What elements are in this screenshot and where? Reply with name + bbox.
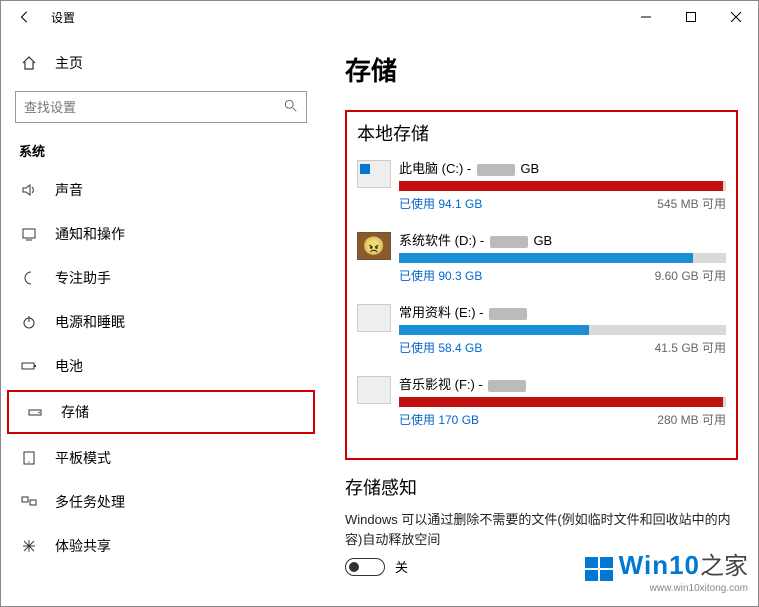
free-label: 280 MB 可用	[657, 411, 726, 428]
drive-title: 常用资料 (E:) -	[399, 302, 726, 321]
sidebar-item-label: 平板模式	[55, 448, 111, 468]
section-heading: 系统	[1, 141, 321, 168]
drive-icon	[357, 304, 391, 332]
window-title: 设置	[51, 9, 75, 26]
usage-bar	[399, 325, 726, 335]
free-label: 545 MB 可用	[657, 195, 726, 212]
search-input[interactable]	[24, 100, 284, 115]
sidebar-item-label: 多任务处理	[55, 492, 125, 512]
sidebar-item-sound[interactable]: 声音	[1, 168, 321, 212]
sound-icon	[19, 182, 39, 198]
sidebar-item-battery[interactable]: 电池	[1, 344, 321, 388]
local-storage-heading: 本地存储	[357, 120, 726, 146]
used-label: 已使用 58.4 GB	[399, 339, 482, 356]
main-panel: 存储 本地存储 此电脑 (C:) - GB 已使用 94.1 GB 545 MB 可…	[321, 33, 758, 606]
minimize-button[interactable]	[623, 1, 668, 33]
free-label: 9.60 GB 可用	[655, 267, 726, 284]
sidebar-item-notify[interactable]: 通知和操作	[1, 212, 321, 256]
back-button[interactable]	[9, 1, 41, 33]
sidebar-home[interactable]: 主页	[1, 45, 321, 81]
drive-icon	[357, 160, 391, 188]
sidebar-item-tablet[interactable]: 平板模式	[1, 436, 321, 480]
toggle-label: 关	[395, 557, 408, 576]
sidebar-item-label: 电源和睡眠	[55, 312, 125, 332]
sidebar-item-label: 存储	[61, 402, 89, 422]
usage-bar	[399, 397, 726, 407]
sidebar-item-label: 声音	[55, 180, 83, 200]
used-label: 已使用 94.1 GB	[399, 195, 482, 212]
sidebar-item-storage[interactable]: 存储	[7, 390, 315, 434]
drive-row[interactable]: 系统软件 (D:) - GB 已使用 90.3 GB 9.60 GB 可用	[357, 230, 726, 284]
drive-row[interactable]: 音乐影视 (F:) - 已使用 170 GB 280 MB 可用	[357, 374, 726, 428]
close-button[interactable]	[713, 1, 758, 33]
drive-row[interactable]: 此电脑 (C:) - GB 已使用 94.1 GB 545 MB 可用	[357, 158, 726, 212]
free-label: 41.5 GB 可用	[655, 339, 726, 356]
moon-icon	[19, 270, 39, 286]
sidebar-item-power[interactable]: 电源和睡眠	[1, 300, 321, 344]
sidebar-item-moon[interactable]: 专注助手	[1, 256, 321, 300]
watermark: Win10之家 www.win10xitong.com	[585, 546, 748, 594]
drive-row[interactable]: 常用资料 (E:) - 已使用 58.4 GB 41.5 GB 可用	[357, 302, 726, 356]
local-storage-section: 本地存储 此电脑 (C:) - GB 已使用 94.1 GB 545 MB 可用系统…	[345, 110, 738, 460]
tablet-icon	[19, 450, 39, 466]
sidebar-item-share[interactable]: 体验共享	[1, 524, 321, 568]
drive-title: 此电脑 (C:) - GB	[399, 158, 726, 177]
home-icon	[19, 55, 39, 71]
storage-sense-desc: Windows 可以通过删除不需要的文件(例如临时文件和回收站中的内容)自动释放…	[345, 510, 738, 549]
storage-icon	[25, 404, 45, 420]
sidebar-item-label: 专注助手	[55, 268, 111, 288]
notify-icon	[19, 226, 39, 242]
used-label: 已使用 90.3 GB	[399, 267, 482, 284]
share-icon	[19, 538, 39, 554]
search-input-wrap[interactable]	[15, 91, 307, 123]
sidebar-item-label: 电池	[55, 356, 83, 376]
drive-icon	[357, 376, 391, 404]
sidebar: 主页 系统 声音通知和操作专注助手电源和睡眠电池存储平板模式多任务处理体验共享	[1, 33, 321, 606]
home-label: 主页	[55, 53, 83, 73]
power-icon	[19, 314, 39, 330]
usage-bar	[399, 181, 726, 191]
battery-icon	[19, 358, 39, 374]
drive-title: 系统软件 (D:) - GB	[399, 230, 726, 249]
search-icon	[284, 99, 298, 116]
page-title: 存储	[345, 51, 738, 88]
sidebar-item-label: 体验共享	[55, 536, 111, 556]
drive-icon	[357, 232, 391, 260]
used-label: 已使用 170 GB	[399, 411, 479, 428]
sidebar-item-multitask[interactable]: 多任务处理	[1, 480, 321, 524]
storage-sense-toggle[interactable]	[345, 558, 385, 576]
drive-title: 音乐影视 (F:) -	[399, 374, 726, 393]
multitask-icon	[19, 494, 39, 510]
winlogo-icon	[585, 557, 615, 583]
usage-bar	[399, 253, 726, 263]
storage-sense-heading: 存储感知	[345, 474, 738, 500]
maximize-button[interactable]	[668, 1, 713, 33]
sidebar-item-label: 通知和操作	[55, 224, 125, 244]
